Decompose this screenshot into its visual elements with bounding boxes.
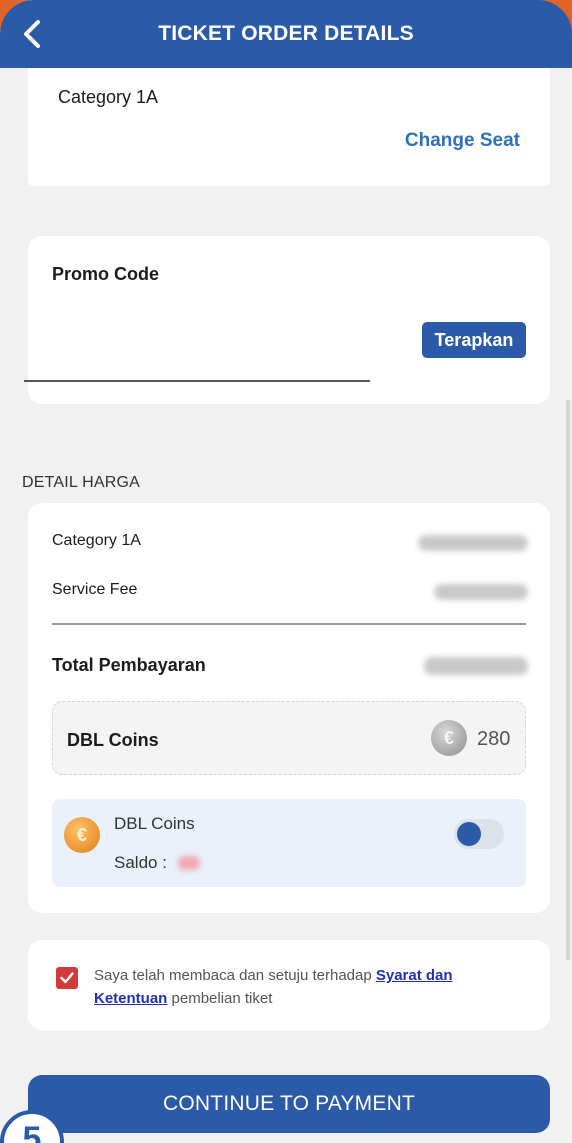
terms-card: Saya telah membaca dan setuju terhadap S… xyxy=(28,940,550,1030)
seat-category: Category 1A xyxy=(58,87,159,107)
terms-prefix: Saya telah membaca dan setuju terhadap xyxy=(94,967,376,984)
continue-to-payment-button[interactable]: CONTINUE TO PAYMENT xyxy=(28,1075,550,1133)
coin-icon-orange: € xyxy=(64,817,100,853)
price-detail-heading: DETAIL HARGA xyxy=(22,474,140,491)
price-row-amount-service-fee xyxy=(434,584,528,600)
scrollbar[interactable] xyxy=(566,400,570,960)
toggle-knob xyxy=(457,822,481,846)
promo-code-label: Promo Code xyxy=(52,264,160,284)
terms-text: Saya telah membaca dan setuju terhadap S… xyxy=(94,964,524,1010)
dbl-coins-box: DBL Coins € 280 xyxy=(52,701,526,775)
use-coins-panel: € DBL Coins Saldo : xyxy=(52,799,526,887)
saldo-label: Saldo : xyxy=(114,853,167,872)
total-payment-label: Total Pembayaran xyxy=(52,655,206,675)
promo-code-input[interactable] xyxy=(24,340,370,382)
apply-promo-button[interactable]: Terapkan xyxy=(422,322,526,358)
price-row-label-service-fee: Service Fee xyxy=(52,581,138,598)
checkmark-icon xyxy=(60,972,74,984)
use-coins-toggle[interactable] xyxy=(454,819,504,849)
saldo-value xyxy=(178,856,200,870)
terms-suffix: pembelian tiket xyxy=(167,990,273,1007)
use-coins-title: DBL Coins xyxy=(114,814,195,833)
dbl-coins-value: 280 xyxy=(477,728,511,750)
coin-icon: € xyxy=(431,720,467,756)
dbl-coins-label: DBL Coins xyxy=(67,730,159,750)
change-seat-link[interactable]: Change Seat xyxy=(405,130,520,152)
total-payment-amount xyxy=(424,657,528,675)
price-row-label-category: Category 1A xyxy=(52,532,141,549)
price-detail-card: Category 1A Service Fee Total Pembayaran… xyxy=(28,503,550,913)
app-header: TICKET ORDER DETAILS xyxy=(0,0,572,68)
price-row-amount-category xyxy=(418,535,528,551)
page-title: TICKET ORDER DETAILS xyxy=(158,22,414,45)
terms-checkbox[interactable] xyxy=(56,967,78,989)
seat-card: Category 1A Change Seat xyxy=(28,68,550,186)
price-divider xyxy=(52,623,526,625)
